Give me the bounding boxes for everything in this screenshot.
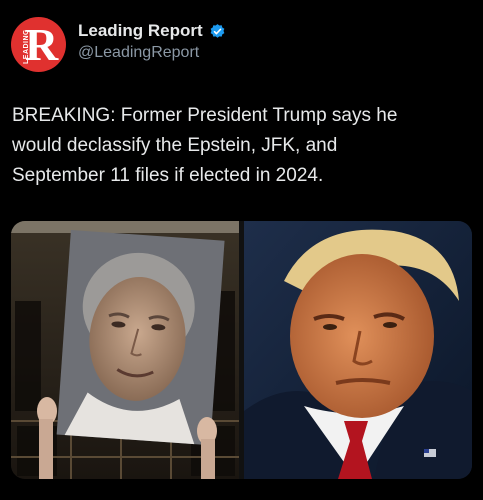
avatar[interactable]: R LEADING xyxy=(11,17,66,72)
media-grid[interactable] xyxy=(11,221,472,479)
tweet-text-line: would declassify the Epstein, JFK, and xyxy=(12,135,338,156)
tweet-text-line: BREAKING: Former President Trump says he xyxy=(12,105,398,126)
author-handle[interactable]: @LeadingReport xyxy=(78,44,199,62)
verified-badge-icon xyxy=(209,23,226,40)
tweet: R LEADING Leading Report @LeadingReport … xyxy=(0,0,483,500)
tweet-text: BREAKING: Former President Trump says he… xyxy=(12,101,472,191)
author-name-row: Leading Report xyxy=(78,21,226,41)
avatar-logo-word: LEADING xyxy=(23,29,30,64)
photo-epstein-sign[interactable] xyxy=(11,221,239,479)
display-name[interactable]: Leading Report xyxy=(78,21,203,41)
tweet-text-line: September 11 files if elected in 2024. xyxy=(12,165,324,186)
photo-trump[interactable] xyxy=(244,221,472,479)
